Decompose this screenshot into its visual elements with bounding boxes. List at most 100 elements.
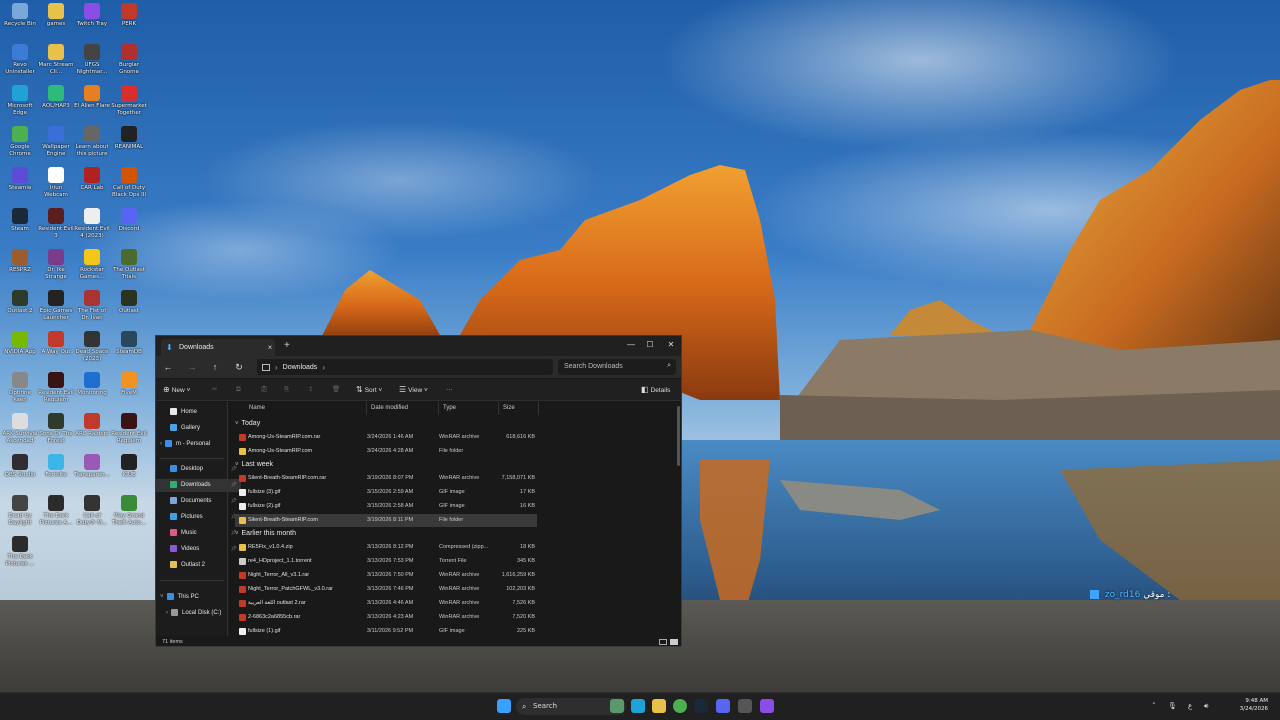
nav-gallery[interactable]: Gallery (156, 422, 241, 435)
group-header-earlier[interactable]: ˅ Earlier this month (235, 530, 296, 537)
file-row[interactable]: re4_HDproject_1.1.torrent 3/13/2026 7:53 … (235, 555, 537, 568)
desktop-shortcut[interactable]: AOL/HAP3 (38, 85, 74, 110)
file-row[interactable]: Night_Terror_All_v3.1.rar 3/13/2026 7:50 … (235, 569, 537, 582)
delete-button[interactable]: 🗑︎ (332, 384, 340, 396)
nav-documents[interactable]: Documents 📌︎ (156, 495, 241, 508)
start-windows-icon[interactable] (497, 699, 511, 713)
desktop-shortcut[interactable]: Burglar Gnome (111, 44, 147, 75)
nav-desktop[interactable]: Desktop 📌︎ (156, 463, 241, 476)
nav-outlast-2[interactable]: Outlast 2 (156, 559, 241, 572)
desktop-shortcut[interactable]: Epic Games Launcher (38, 290, 74, 321)
details-view-icon[interactable] (659, 639, 667, 645)
microphone-icon[interactable]: 🎙︎ (1168, 693, 1177, 720)
tab-downloads[interactable]: ⬇ Downloads × (161, 339, 275, 356)
desktop-shortcut[interactable]: ICUE (111, 454, 147, 479)
desktop-shortcut[interactable]: The Fist of Dr. Ivan (74, 290, 110, 321)
desktop-shortcut[interactable]: Resident Evil Requiem (111, 413, 147, 444)
desktop-shortcut[interactable]: Outlast 2 (2, 290, 38, 315)
language-indicator[interactable]: ع (1188, 693, 1192, 720)
desktop-shortcut[interactable]: Discord (111, 208, 147, 233)
nav-home[interactable]: Home (156, 406, 241, 419)
file-row[interactable]: اللغة العربية outlast 2.rar 3/13/2026 4:4… (235, 597, 537, 610)
scrollbar-thumb[interactable] (677, 406, 680, 466)
paste-button[interactable]: 📋︎ (260, 384, 268, 396)
file-row[interactable]: fullsize (2).gif 3/15/2026 2:58 AM GIF ima… (235, 500, 537, 513)
desktop-shortcut[interactable]: Rockstar Games... (74, 249, 110, 280)
group-header-last-week[interactable]: ˅ Last week (235, 461, 273, 468)
network-volume-icon[interactable]: 🔊︎ (1204, 693, 1208, 720)
sort-button[interactable]: ⇅ Sort ˅ (356, 384, 382, 396)
desktop-shortcut[interactable]: Revo Uninstaller (2, 44, 38, 75)
view-button[interactable]: ☰ View ˅ (399, 384, 428, 396)
discord-icon[interactable] (716, 699, 730, 713)
new-tab-button[interactable]: + (284, 340, 290, 351)
column-header-date[interactable]: Date modified (367, 402, 439, 415)
file-row[interactable]: Silent-Breath-SteamRIP.com 3/19/2026 8:11… (235, 514, 537, 527)
desktop-shortcut[interactable]: A Way Out (38, 331, 74, 356)
desktop-shortcut[interactable]: Marc Stream Cli... (38, 44, 74, 75)
desktop-shortcut[interactable]: Dr. Ike Strange (38, 249, 74, 280)
desktop-shortcut[interactable]: ARC Raiders (74, 413, 110, 438)
edge-icon[interactable] (631, 699, 645, 713)
maximize-button[interactable]: ☐ (640, 338, 660, 352)
file-explorer-window[interactable]: ⬇ Downloads × + — ☐ ✕ ← → ↑ ↻ › Download… (155, 335, 682, 647)
desktop-shortcut[interactable]: Call of Duty Black Ops III (111, 167, 147, 198)
column-header-name[interactable]: Name (245, 402, 367, 415)
column-header-size[interactable]: Size (499, 402, 539, 415)
nav-downloads[interactable]: Downloads 📌︎ (156, 479, 241, 492)
forward-button[interactable]: → (186, 361, 198, 373)
more-options-button[interactable]: ··· (446, 384, 453, 396)
desktop-shortcut[interactable]: SteamDB (111, 331, 147, 356)
group-header-today[interactable]: ˅ Today (235, 420, 260, 427)
desktop-shortcut[interactable]: El Alien Flare (74, 85, 110, 110)
file-row[interactable]: Among-Us-SteamRIP.com.rar 3/24/2026 1:46 … (235, 431, 537, 444)
refresh-button[interactable]: ↻ (233, 361, 245, 373)
desktop-shortcut[interactable]: Recycle Bin (2, 3, 38, 28)
desktop-shortcut[interactable]: RESPRZ (2, 249, 38, 274)
file-row[interactable]: Among-Us-SteamRIP.com 3/24/2026 4:28 AM Fi… (235, 445, 537, 458)
desktop-shortcut[interactable]: Sons Of The Forest (38, 413, 74, 444)
desktop-shortcut[interactable]: The Dark Pictures ... (2, 536, 38, 567)
share-button[interactable]: ⇪ (308, 384, 313, 396)
new-button[interactable]: ⊕ New ˅ (163, 384, 190, 396)
chrome-icon[interactable] (673, 699, 687, 713)
taskbar-clock[interactable]: 9:48 AM 3/24/2026 (1228, 697, 1268, 713)
file-row[interactable]: fullsize (1).gif 3/11/2026 9:52 PM GIF ima… (235, 625, 537, 636)
nav-this-pc[interactable]: ˅ This PC (156, 591, 231, 604)
app-icon[interactable] (738, 699, 752, 713)
close-window-button[interactable]: ✕ (661, 338, 681, 352)
address-bar[interactable]: › Downloads › (257, 359, 553, 375)
desktop-shortcut[interactable]: Twitch Tray (74, 3, 110, 28)
desktop-shortcut[interactable]: Learn about this picture (74, 126, 110, 157)
desktop-shortcut[interactable]: Resident Evil 3 (38, 208, 74, 239)
title-bar[interactable]: ⬇ Downloads × + — ☐ ✕ (156, 336, 681, 356)
desktop-shortcut[interactable]: NVIDIA App (2, 331, 38, 356)
desktop-shortcut[interactable]: FiveM (111, 372, 147, 397)
minimize-button[interactable]: — (621, 338, 641, 352)
close-tab-icon[interactable]: × (265, 343, 275, 352)
cut-button[interactable]: ✂ (212, 384, 217, 396)
file-explorer-icon[interactable] (652, 699, 666, 713)
file-row[interactable]: fullsize (3).gif 3/15/2026 2:59 AM GIF ima… (235, 486, 537, 499)
nav-videos[interactable]: Videos 📌︎ (156, 543, 241, 556)
desktop-shortcut[interactable]: Google Chrome (2, 126, 38, 157)
desktop-shortcut[interactable]: Microsoft Edge (2, 85, 38, 116)
desktop-shortcut[interactable]: Dead Space (2023) (74, 331, 110, 362)
desktop-shortcut[interactable]: games (38, 3, 74, 28)
back-button[interactable]: ← (162, 361, 174, 373)
desktop-shortcut[interactable]: Steam (2, 208, 38, 233)
breadcrumb-downloads[interactable]: Downloads (283, 364, 318, 371)
desktop-shortcut[interactable]: Transparen... (74, 454, 110, 479)
nav-local-disk[interactable]: › Local Disk (C:) (156, 607, 237, 620)
desktop-shortcut[interactable]: ARK Survival Ascended (2, 413, 38, 444)
desktop-shortcut[interactable]: Wallpaper Engine (38, 126, 74, 157)
nav-onedrive-personal[interactable]: › m - Personal (156, 438, 231, 451)
nav-music[interactable]: Music 📌︎ (156, 527, 241, 540)
desktop-shortcut[interactable]: Resident Evil Requiem (38, 372, 74, 403)
desktop-shortcut[interactable]: Monitoring (74, 372, 110, 397)
nav-pictures[interactable]: Pictures 📌︎ (156, 511, 241, 524)
desktop-shortcut[interactable]: Iriun Webcam (38, 167, 74, 198)
desktop-shortcut[interactable]: The Outlast Trials (111, 249, 147, 280)
desktop-shortcut[interactable]: Fortnite (38, 454, 74, 479)
column-header-type[interactable]: Type (439, 402, 499, 415)
